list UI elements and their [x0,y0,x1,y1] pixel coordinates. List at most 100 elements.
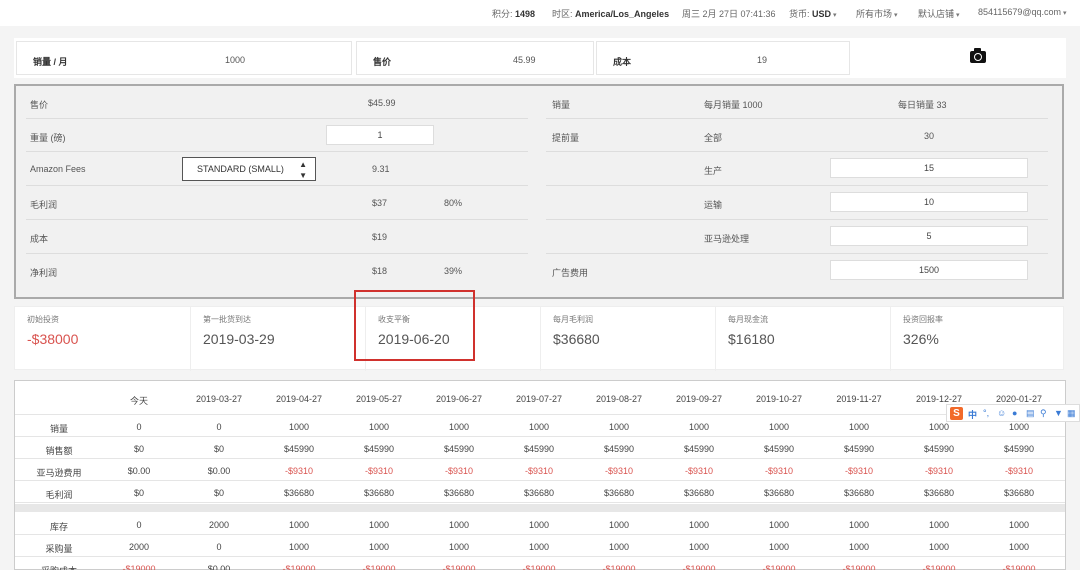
microphone-icon[interactable]: ● [1012,408,1017,418]
table-cell: 2000 [128,542,150,552]
table-cell: 1000 [1008,520,1030,530]
table-header-cell: 2019-09-27 [675,394,723,404]
fees-value: 9.31 [372,164,390,174]
table-cell: 1000 [928,520,950,530]
price-input-group: 售价 45.99 [356,41,594,75]
cost-label: 成本 [613,57,632,67]
amazon-handling-label: 亚马逊处理 [704,234,750,244]
table-cell: -$19000 [522,564,556,570]
calculation-panel: 售价 $45.99 重量 (磅) 1 Amazon Fees STANDARD … [14,84,1064,299]
calc-row-amazon: 亚马逊处理 5 [546,220,1048,254]
size-tier-select[interactable]: STANDARD (SMALL) ▲ ▼ [182,157,316,181]
table-header-cell: 2019-06-27 [435,394,483,404]
table-cell: 1000 [448,520,470,530]
amazon-handling-input[interactable]: 5 [830,226,1028,246]
table-cell: -$19000 [442,564,476,570]
ime-mode[interactable]: 中 [968,408,977,421]
keyboard-icon[interactable]: ▤ [1026,408,1035,419]
table-cell: -$19000 [602,564,636,570]
table-cell: 1000 [448,542,470,552]
weight-label: 重量 (磅) [30,133,66,143]
table-row: 采购成本 -$19000 $0.00 -$19000 -$19000 -$19000 -$1… [15,557,1065,570]
ime-toolbar[interactable]: S 中 °, ☺ ● ▤ ⚲ ▼ ▦ [946,404,1080,422]
summary-value: $16180 [728,331,775,347]
product-input-row: 销量 / 月 1000 售价 45.99 成本 19 [14,38,1066,78]
row-label: 销量 [49,424,68,434]
table-cell: $0.00 [207,564,231,570]
table-cell: -$9310 [684,466,714,476]
table-cell: -$19000 [842,564,876,570]
toolbox-icon[interactable]: ⚲ [1040,408,1047,419]
calc-cost-label: 成本 [30,234,49,244]
table-cell: -$9310 [604,466,634,476]
summary-monthly-cashflow: 每月现金流 $16180 [715,307,890,371]
summary-label: 每月毛利润 [553,315,593,324]
ad-cost-label: 广告费用 [552,268,589,278]
timezone-display: 时区: America/Los_Angeles [552,9,670,19]
market-dropdown[interactable]: 所有市场 ▾ [856,7,898,20]
calc-row-cost: 成本 $19 [26,220,528,254]
datetime-display: 周三 2月 27日 07:41:36 [682,9,776,19]
store-dropdown[interactable]: 默认店铺 ▾ [918,7,960,20]
table-cell: 1000 [608,520,630,530]
row-label: 亚马逊费用 [36,468,82,478]
table-cell: 0 [136,422,142,432]
table-cell: -$9310 [844,466,874,476]
calc-row-gross: 毛利润 $37 80% [26,186,528,220]
production-label: 生产 [704,166,723,176]
table-cell: $36680 [843,488,875,498]
table-cell: -$9310 [444,466,474,476]
weight-input[interactable]: 1 [326,125,434,145]
cost-input[interactable]: 19 [757,55,767,65]
table-cell: 1000 [608,542,630,552]
summary-bar: 初始投资 -$38000 第一批货到达 2019-03-29 收支平衡 2019… [14,306,1064,371]
table-cell: $36680 [363,488,395,498]
camera-icon[interactable] [970,48,986,63]
table-cell: $45990 [603,444,635,454]
top-bar: 积分: 1498 时区: America/Los_Angeles 周三 2月 2… [0,0,1080,26]
table-header-row: 今天 2019-03-27 2019-04-27 2019-05-27 2019-06-… [15,381,1065,415]
shipping-label: 运输 [704,200,723,210]
skin-icon[interactable]: ▼ [1054,408,1063,418]
currency-dropdown[interactable]: 货币: USD ▾ [789,7,837,20]
section-divider [15,504,1065,512]
shipping-input[interactable]: 10 [830,192,1028,212]
production-input[interactable]: 15 [830,158,1028,178]
table-cell: $45990 [283,444,315,454]
punctuation-icon[interactable]: °, [983,408,989,418]
calc-cost-value: $19 [372,232,388,242]
price-input[interactable]: 45.99 [513,55,536,65]
table-cell: $45990 [683,444,715,454]
row-label: 采购量 [45,544,73,554]
net-profit-label: 净利润 [30,268,58,278]
table-cell: 1000 [368,422,390,432]
table-header-cell: 2020-01-27 [995,394,1043,404]
sales-input[interactable]: 1000 [225,55,245,65]
account-dropdown[interactable]: 854115679@qq.com ▾ [978,7,1067,17]
row-label: 毛利润 [45,490,73,500]
ad-cost-input[interactable]: 1500 [830,260,1028,280]
emoji-icon[interactable]: ☺ [997,408,1006,418]
daily-sales: 每日销量 33 [898,100,947,110]
table-row: 库存 0 2000 1000 1000 1000 1000 1000 1000 1000 1000 1… [15,513,1065,535]
sales-label: 销量 / 月 [33,57,68,67]
points-display: 积分: 1498 [492,9,536,19]
grid-icon[interactable]: ▦ [1067,408,1076,419]
table-cell: 1000 [368,542,390,552]
gross-profit-label: 毛利润 [30,200,58,210]
table-cell: -$19000 [762,564,796,570]
table-cell: 1000 [688,422,710,432]
monthly-projection-table: 今天 2019-03-27 2019-04-27 2019-05-27 2019-06-… [14,380,1066,570]
table-cell: 1000 [928,422,950,432]
row-label: 销售额 [45,446,73,456]
table-cell: 1000 [848,542,870,552]
calc-row-ad: 广告费用 1500 [546,254,1048,289]
net-profit-percent: 39% [444,266,463,276]
table-cell: 1000 [608,422,630,432]
gross-profit-percent: 80% [444,198,463,208]
table-cell: 1000 [288,520,310,530]
table-cell: $0.00 [207,466,231,476]
table-cell: $45990 [1003,444,1035,454]
table-row: 采购量 2000 0 1000 1000 1000 1000 1000 1000 1000 1000… [15,535,1065,557]
table-cell: $0 [213,488,224,498]
